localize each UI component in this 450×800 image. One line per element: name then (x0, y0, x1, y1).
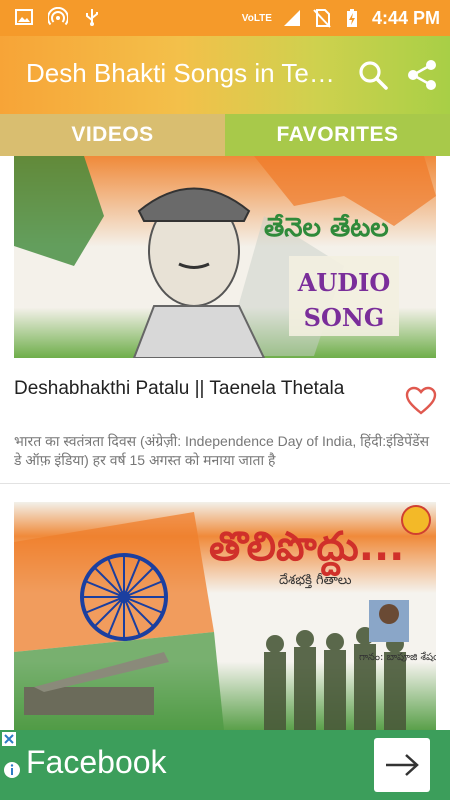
tab-videos[interactable]: VIDEOS (0, 114, 225, 156)
search-icon (359, 61, 388, 90)
tab-favorites[interactable]: FAVORITES (225, 114, 450, 156)
list-divider (0, 483, 450, 484)
app-screen: VoLTE 4:44 PM Desh Bhakti Songs in Telug… (0, 0, 450, 800)
video-list: తేనెల తేటల AUDIO SONG Deshabhakthi Patal… (0, 156, 450, 730)
signal-icon (283, 10, 300, 26)
battery-charging-icon (346, 9, 357, 27)
thumbnail-art: తేనెల తేటల AUDIO SONG (14, 156, 436, 358)
thumb-singer-text: గానం: బాపూజి శేషయ్య (359, 651, 436, 664)
video-description: भारत का स्वतंत्रता दिवस (अंग्रेज़ी: Inde… (14, 433, 430, 468)
share-button[interactable] (403, 56, 441, 94)
thumb-telugu-text: తేనెల తేటల (264, 213, 389, 243)
close-icon (4, 734, 14, 744)
status-time: 4:44 PM (371, 7, 440, 28)
status-left-icons (14, 7, 102, 27)
ashoka-chakra (80, 553, 168, 641)
tab-bar: VIDEOS FAVORITES (0, 114, 450, 156)
ad-banner[interactable]: Facebook (0, 730, 450, 800)
video-thumbnail[interactable]: తొలిపొద్దు... దేశభక్తి గీతాలు గానం: బాపూ… (14, 502, 436, 730)
image-icon (15, 9, 33, 25)
list-item[interactable]: తేనెల తేటల AUDIO SONG Deshabhakthi Patal… (0, 156, 450, 484)
thumbnail-art: తొలిపొద్దు... దేశభక్తి గీతాలు గానం: బాపూ… (14, 502, 436, 730)
info-icon[interactable] (2, 760, 22, 780)
channel-logo (401, 505, 431, 535)
list-item[interactable]: తొలిపొద్దు... దేశభక్తి గీతాలు గానం: బాపూ… (0, 502, 450, 730)
app-bar: Desh Bhakti Songs in Telugu (0, 36, 450, 114)
volte-label: VoLTE (241, 12, 272, 24)
favorite-button[interactable] (404, 384, 438, 418)
ad-close-button[interactable] (2, 732, 16, 746)
arrow-right-icon (386, 754, 419, 776)
video-title[interactable]: Deshabhakthi Patalu || Taenela Thetala (14, 378, 384, 400)
ad-open-button[interactable] (374, 738, 430, 792)
thumb-telugu-subtitle: దేశభక్తి గీతాలు (279, 573, 352, 589)
share-icon (408, 60, 436, 90)
hotspot-icon (48, 7, 68, 26)
search-button[interactable] (354, 56, 392, 94)
usb-icon (86, 9, 98, 26)
thumb-telugu-title: తొలిపొద్దు... (209, 524, 404, 577)
video-thumbnail[interactable]: తేనెల తేటల AUDIO SONG (14, 156, 436, 358)
heart-outline-icon (405, 386, 437, 415)
status-bar: VoLTE 4:44 PM (0, 0, 450, 36)
no-sim-icon (313, 9, 331, 28)
ad-text[interactable]: Facebook (26, 744, 167, 781)
status-right-icons: VoLTE 4:44 PM (242, 0, 440, 36)
thumb-audio-label: AUDIO (297, 268, 391, 297)
app-title: Desh Bhakti Songs in Telugu (26, 58, 336, 88)
thumb-song-label: SONG (304, 303, 385, 332)
